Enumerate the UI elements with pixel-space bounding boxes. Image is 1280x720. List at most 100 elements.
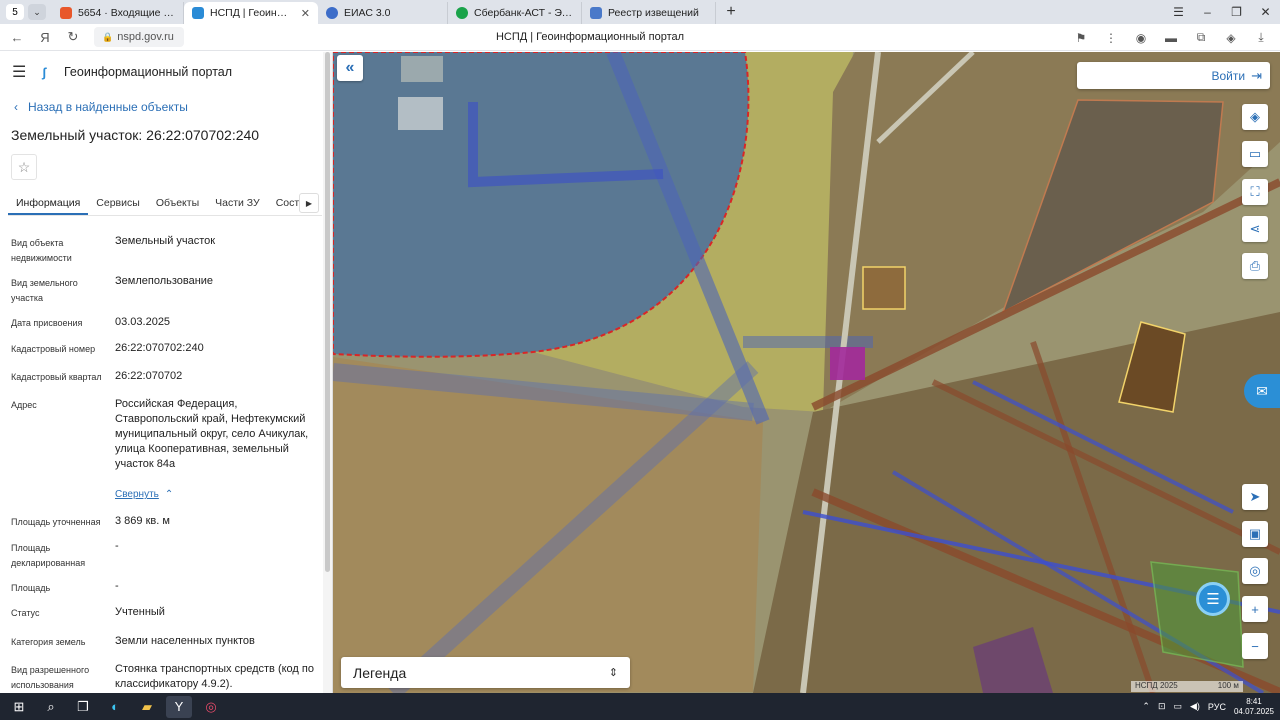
chat-bubble-icon[interactable]: ☰ bbox=[1196, 582, 1230, 616]
selected-parcel[interactable] bbox=[830, 347, 865, 380]
minimap-icon[interactable]: ▣ bbox=[1242, 521, 1268, 547]
mail-icon bbox=[60, 7, 72, 19]
clock[interactable]: 8:41 04.07.2025 bbox=[1234, 697, 1274, 717]
prop-value: Земельный участок bbox=[115, 235, 216, 247]
window-controls: ☰ – ❐ ✕ bbox=[1164, 0, 1280, 24]
login-arrow-icon: ⇥ bbox=[1251, 67, 1262, 83]
browser-tab-eias[interactable]: ЕИАС 3.0 bbox=[318, 2, 448, 24]
browser-tab-registry[interactable]: Реестр извещений bbox=[582, 2, 716, 24]
prop-label: Вид объекта недвижимости bbox=[11, 238, 72, 263]
network-icon[interactable]: ⊡ bbox=[1158, 701, 1166, 712]
reload-icon[interactable]: ↻ bbox=[62, 26, 84, 48]
portal-title: Геоинформационный портал bbox=[64, 65, 233, 79]
yandex-icon[interactable]: Я bbox=[34, 26, 56, 48]
extension-icon[interactable]: ◉ bbox=[1130, 27, 1152, 49]
layers-icon[interactable]: ◈ bbox=[1242, 104, 1268, 130]
chevron-up-icon: ⌃ bbox=[164, 489, 174, 500]
battery-icon[interactable]: ▭ bbox=[1173, 701, 1182, 712]
login-button[interactable]: Войти ⇥ bbox=[1077, 62, 1270, 89]
collections-icon[interactable]: ⧉ bbox=[1190, 27, 1212, 49]
registry-icon bbox=[590, 7, 602, 19]
zoom-out-icon[interactable]: − bbox=[1242, 633, 1268, 659]
prop-label: Статус bbox=[11, 608, 40, 618]
eias-icon bbox=[326, 7, 338, 19]
map-canvas[interactable] bbox=[333, 52, 1280, 693]
tab-parts[interactable]: Части ЗУ bbox=[207, 192, 268, 215]
zoom-in-icon[interactable]: + bbox=[1242, 596, 1268, 622]
menu-icon[interactable]: ☰ bbox=[1164, 0, 1193, 24]
explorer-folder-icon[interactable]: ▰ bbox=[134, 696, 160, 718]
tab-services[interactable]: Сервисы bbox=[88, 192, 148, 215]
prop-label: Кадастровый квартал bbox=[11, 372, 102, 382]
attribution-text: НСПД 2025 bbox=[1135, 681, 1178, 690]
collapse-panel-double-chevron-icon[interactable]: « bbox=[337, 55, 363, 81]
close-window-icon[interactable]: ✕ bbox=[1251, 0, 1280, 24]
search-icon[interactable]: ⌕ bbox=[38, 696, 64, 718]
parcel[interactable] bbox=[862, 266, 906, 310]
select-area-icon[interactable]: ⛶ bbox=[1242, 179, 1268, 205]
more-icon[interactable]: ⋮ bbox=[1100, 27, 1122, 49]
minimize-icon[interactable]: – bbox=[1193, 0, 1222, 24]
windows-start-icon[interactable]: ⊞ bbox=[6, 696, 32, 718]
object-info-panel: ☰ ʃ Геоинформационный портал ‹ Назад в н… bbox=[0, 52, 333, 693]
tab-information[interactable]: Информация bbox=[8, 192, 89, 215]
browser-tab-label: 5654 · Входящие — Яндекс... bbox=[78, 7, 175, 19]
collapse-link[interactable]: Свернуть ⌃ bbox=[115, 489, 173, 500]
prop-label: Адрес bbox=[11, 400, 37, 410]
vpn-icon[interactable]: ◈ bbox=[1220, 27, 1242, 49]
extension-icon[interactable]: ▬ bbox=[1160, 27, 1182, 49]
ruler-icon[interactable]: ▭ bbox=[1242, 141, 1268, 167]
panel-tabs: Информация Сервисы Объекты Части ЗУ Сост… bbox=[8, 192, 322, 216]
task-view-icon[interactable]: ❐ bbox=[70, 696, 96, 718]
download-icon[interactable]: ⤓ bbox=[1250, 27, 1272, 49]
scrollbar-thumb[interactable] bbox=[325, 52, 330, 572]
edge-icon[interactable]: ◐ bbox=[102, 696, 128, 718]
status-value: Учтенный bbox=[115, 606, 165, 618]
tabs-scroll-right-icon[interactable]: ▶ bbox=[299, 193, 319, 213]
system-tray: ⌃ ⊡ ▭ ◀) РУС 8:41 04.07.2025 bbox=[1142, 693, 1274, 720]
prop-label: Кадастровый номер bbox=[11, 344, 96, 354]
object-title: Земельный участок: 26:22:070702:240 bbox=[11, 127, 260, 143]
prop-value: 3 869 кв. м bbox=[115, 515, 170, 527]
browser-tab-nspd[interactable]: НСПД | Геоинформационн... ✕ bbox=[184, 2, 318, 24]
legend-dropdown[interactable]: Легенда ⇕ bbox=[341, 657, 630, 688]
feedback-widget-icon[interactable]: ✉ bbox=[1244, 374, 1280, 408]
print-icon[interactable]: ⎙ bbox=[1242, 253, 1268, 279]
locate-arrow-icon[interactable]: ➤ bbox=[1242, 484, 1268, 510]
yandex-browser-icon[interactable]: Y bbox=[166, 695, 192, 718]
sberbank-icon bbox=[456, 7, 468, 19]
favorite-star-icon[interactable]: ☆ bbox=[11, 154, 37, 180]
browser-tab-label: Сбербанк-АСТ - Электрон... bbox=[474, 7, 573, 19]
green-parcel[interactable] bbox=[1150, 561, 1244, 668]
back-to-results-link[interactable]: ‹ Назад в найденные объекты bbox=[14, 100, 188, 114]
language-indicator[interactable]: РУС bbox=[1208, 702, 1226, 712]
prop-value: Землепользование bbox=[115, 275, 214, 287]
prop-label: Дата присвоения bbox=[11, 318, 83, 328]
back-arrow-icon[interactable]: ← bbox=[6, 26, 28, 48]
new-tab-plus-icon[interactable]: + bbox=[720, 1, 742, 23]
page-title: НСПД | Геоинформационный портал bbox=[495, 31, 685, 43]
browser-toolbar: ⚑ ⋮ ◉ ▬ ⧉ ◈ ⤓ bbox=[1070, 24, 1272, 51]
volume-icon[interactable]: ◀) bbox=[1190, 701, 1200, 712]
browser-tab-mail[interactable]: 5654 · Входящие — Яндекс... bbox=[52, 2, 184, 24]
close-icon[interactable]: ✕ bbox=[301, 7, 310, 20]
tab-count-badge[interactable]: 5 bbox=[6, 4, 24, 20]
share-icon[interactable]: ⋖ bbox=[1242, 216, 1268, 242]
prop-value: 03.03.2025 bbox=[115, 316, 171, 328]
map-view[interactable]: « Войти ⇥ ◈ ▭ ⛶ ⋖ ⎙ ✉ ➤ ▣ ◎ + − ☰ Легенд… bbox=[333, 52, 1280, 693]
chevron-up-icon[interactable]: ⌃ bbox=[1142, 701, 1150, 712]
browser-tab-sberbank[interactable]: Сбербанк-АСТ - Электрон... bbox=[448, 2, 582, 24]
panel-scrollbar[interactable] bbox=[323, 52, 332, 693]
app-icon[interactable]: ◎ bbox=[198, 696, 224, 718]
tab-list-chevron-icon[interactable]: ⌄ bbox=[28, 4, 46, 20]
restore-icon[interactable]: ❐ bbox=[1222, 0, 1251, 24]
geolocation-icon[interactable]: ◎ bbox=[1242, 558, 1268, 584]
prop-label: Площадь bbox=[11, 583, 51, 593]
sort-arrows-icon: ⇕ bbox=[608, 667, 618, 679]
url-text: nspd.gov.ru bbox=[117, 31, 174, 43]
hamburger-menu-icon[interactable]: ☰ bbox=[12, 62, 32, 82]
url-field[interactable]: 🔒 nspd.gov.ru bbox=[94, 27, 184, 47]
panel-header: ☰ ʃ Геоинформационный портал bbox=[12, 62, 232, 82]
bookmark-icon[interactable]: ⚑ bbox=[1070, 27, 1092, 49]
tab-objects[interactable]: Объекты bbox=[148, 192, 207, 215]
